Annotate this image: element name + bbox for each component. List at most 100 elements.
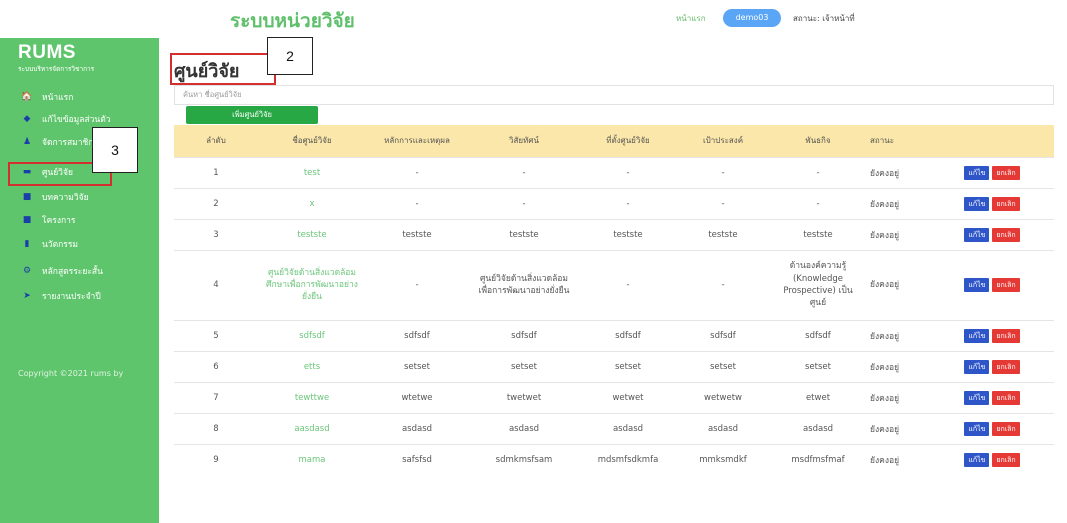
cell-name[interactable]: tewttwe — [258, 381, 366, 413]
cell-actions: แก้ไข ยกเลิก — [930, 218, 1054, 250]
cell-name[interactable]: sdfsdf — [258, 319, 366, 351]
table-row: 4 ศูนย์วิจัยด้านสิ่งแวดล้อมศึกษาเพื่อการพ… — [174, 249, 1054, 320]
edit-button[interactable]: แก้ไข — [964, 452, 990, 467]
cell-vision: sdfsdf — [468, 319, 580, 351]
delete-button[interactable]: ยกเลิก — [992, 227, 1020, 242]
user-status: สถานะ: เจ้าหน้าที่ — [793, 14, 855, 23]
gear-icon: ◆ — [23, 114, 31, 124]
cell-status: ยังคงอยู่ — [866, 443, 930, 475]
column-header: พันธกิจ — [805, 136, 831, 146]
cell-actions: แก้ไข ยกเลิก — [930, 249, 1054, 320]
sidebar-item[interactable]: ■ บทความวิจัย — [8, 186, 146, 208]
send-icon: ➤ — [23, 291, 31, 301]
delete-button[interactable]: ยกเลิก — [992, 421, 1020, 436]
edit-button[interactable]: แก้ไข — [964, 421, 990, 436]
cell-name[interactable]: aasdasd — [258, 412, 366, 444]
cell-goal: - — [676, 249, 770, 320]
home-link[interactable]: หน้าแรก — [676, 12, 706, 25]
edit-button[interactable]: แก้ไข — [964, 165, 990, 180]
column-header: สถานะ — [870, 136, 894, 146]
column-header: ลำดับ — [206, 136, 226, 146]
column-header: วิสัยทัศน์ — [509, 136, 539, 146]
cell-rationale: teststе — [366, 218, 468, 250]
cell-status: ยังคงอยู่ — [866, 156, 930, 188]
cell-goal: - — [676, 187, 770, 219]
cell-goal: sdfsdf — [676, 319, 770, 351]
folder-icon: ■ — [22, 215, 32, 225]
bulb-icon: ▮ — [24, 239, 30, 249]
delete-button[interactable]: ยกเลิก — [992, 390, 1020, 405]
cell-vision: - — [468, 187, 580, 219]
sidebar-item[interactable]: ▮ นวัตกรรม — [8, 233, 146, 255]
cell-mission: asdasd — [770, 412, 866, 444]
cell-location: asdasd — [580, 412, 676, 444]
edit-button[interactable]: แก้ไข — [964, 227, 990, 242]
brand-logo[interactable]: RUMS — [18, 42, 76, 64]
cell-location: - — [580, 187, 676, 219]
cell-mission: msdfmsfmaf — [770, 443, 866, 475]
cell-no: 4 — [174, 249, 258, 320]
cell-goal: - — [676, 156, 770, 188]
sidebar-item-label: บทความวิจัย — [42, 193, 89, 203]
sidebar-item-label: หลักสูตรระยะสั้น — [42, 267, 103, 277]
cell-no: 6 — [174, 350, 258, 382]
brand-subtitle: ระบบบริหารจัดการวิชาการ — [18, 65, 95, 73]
add-research-center-button[interactable]: เพิ่มศูนย์วิจัย — [186, 106, 318, 124]
edit-button[interactable]: แก้ไข — [964, 278, 990, 292]
cell-rationale: wtetwe — [366, 381, 468, 413]
sidebar-item-label: หน้าแรก — [42, 93, 74, 103]
cell-status: ยังคงอยู่ — [866, 187, 930, 219]
column-header: ที่ตั้งศูนย์วิจัย — [606, 136, 650, 146]
cell-name[interactable]: ศูนย์วิจัยด้านสิ่งแวดล้อมศึกษาเพื่อการพั… — [258, 249, 366, 320]
delete-button[interactable]: ยกเลิก — [992, 359, 1020, 374]
cell-vision: asdasd — [468, 412, 580, 444]
search-input[interactable]: ค้นหา ชื่อศูนย์วิจัย — [174, 85, 1054, 105]
cell-actions: แก้ไข ยกเลิก — [930, 412, 1054, 444]
cell-rationale: - — [366, 249, 468, 320]
cell-no: 1 — [174, 156, 258, 188]
table-row: 9 mama safsfsd sdmkmsfsam mdsmfsdkmfa mmksmdk… — [174, 443, 1054, 475]
cell-name[interactable]: teststе — [258, 218, 366, 250]
cell-vision: twetwet — [468, 381, 580, 413]
sidebar-item[interactable]: ⚙ หลักสูตรระยะสั้น — [8, 260, 146, 282]
site-title: ระบบหน่วยวิจัย — [230, 10, 355, 32]
table-row: 8 aasdasd asdasd asdasd asdasd asdasd asdasd ยั… — [174, 412, 1054, 444]
edit-button[interactable]: แก้ไข — [964, 328, 990, 343]
cell-mission: teststе — [770, 218, 866, 250]
delete-button[interactable]: ยกเลิก — [992, 196, 1020, 211]
cell-mission: sdfsdf — [770, 319, 866, 351]
delete-button[interactable]: ยกเลิก — [992, 328, 1020, 343]
user-badge[interactable]: demo03 — [723, 9, 781, 27]
cell-name[interactable]: x — [258, 187, 366, 219]
cell-name[interactable]: etts — [258, 350, 366, 382]
cell-goal: wetwetw — [676, 381, 770, 413]
cell-no: 8 — [174, 412, 258, 444]
cell-no: 2 — [174, 187, 258, 219]
cell-name[interactable]: test — [258, 156, 366, 188]
sidebar-item[interactable]: ■ โครงการ — [8, 209, 146, 231]
column-header — [930, 125, 1054, 157]
cell-status: ยังคงอยู่ — [866, 218, 930, 250]
edit-button[interactable]: แก้ไข — [964, 359, 990, 374]
cell-no: 7 — [174, 381, 258, 413]
column-header: เป้าประสงค์ — [702, 136, 744, 146]
cell-mission: - — [770, 187, 866, 219]
cell-no: 9 — [174, 443, 258, 475]
top-bar: ระบบหน่วยวิจัย หน้าแรก demo03 สถานะ: เจ้… — [0, 0, 1067, 38]
cell-name[interactable]: mama — [258, 443, 366, 475]
column-header: หลักการและเหตุผล — [384, 136, 450, 146]
sidebar-item[interactable]: ➤ รายงานประจำปี — [8, 285, 146, 307]
cell-mission: etwet — [770, 381, 866, 413]
delete-button[interactable]: ยกเลิก — [992, 452, 1020, 467]
cell-status: ยังคงอยู่ — [866, 350, 930, 382]
edit-button[interactable]: แก้ไข — [964, 390, 990, 405]
cell-location: teststе — [580, 218, 676, 250]
copyright: Copyright ©2021 rums by — [18, 369, 124, 378]
edit-button[interactable]: แก้ไข — [964, 196, 990, 211]
sidebar-item[interactable]: 🏠 หน้าแรก — [8, 86, 146, 108]
cell-actions: แก้ไข ยกเลิก — [930, 350, 1054, 382]
delete-button[interactable]: ยกเลิก — [992, 165, 1020, 180]
delete-button[interactable]: ยกเลิก — [992, 278, 1020, 292]
cell-actions: แก้ไข ยกเลิก — [930, 187, 1054, 219]
cell-actions: แก้ไข ยกเลิก — [930, 381, 1054, 413]
